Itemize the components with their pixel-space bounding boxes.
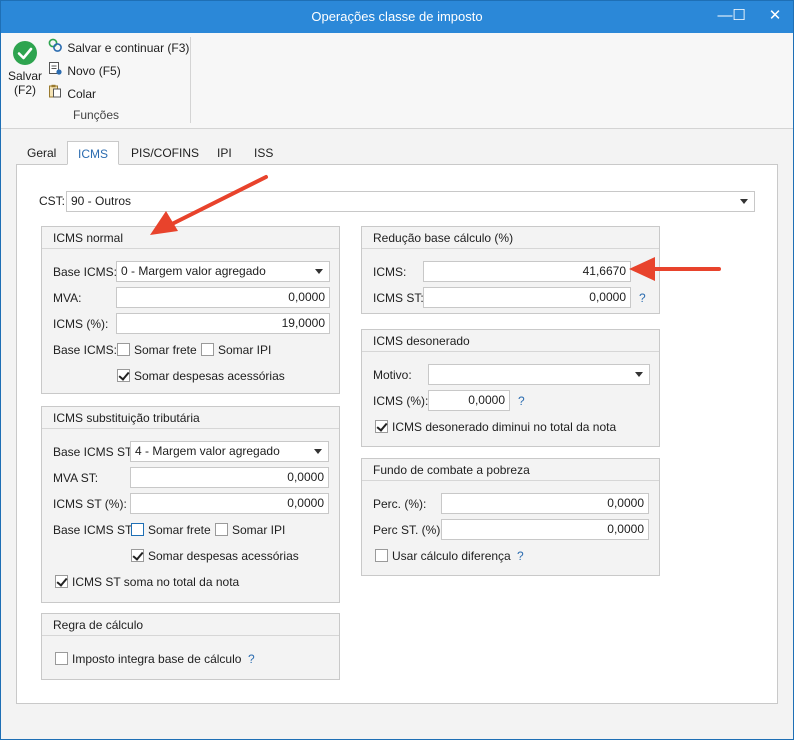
- icms-st-group: ICMS substituição tributária Base ICMS S…: [41, 406, 340, 603]
- regra-calculo-group: Regra de cálculo Imposto integra base de…: [41, 613, 340, 680]
- paste-label: Colar: [67, 86, 97, 101]
- help-icon[interactable]: ?: [517, 548, 524, 564]
- save-continue-button[interactable]: Salvar e continuar (F3): [48, 38, 189, 56]
- chevron-down-icon: [315, 269, 323, 274]
- motivo-select[interactable]: [428, 364, 650, 385]
- mva-label: MVA:: [53, 291, 82, 305]
- base-icms-st-label: Base ICMS ST:: [53, 445, 135, 459]
- st-somar-despesas-label: Somar despesas acessórias: [148, 549, 299, 563]
- ribbon-toolbar: Salvar (F2) Salvar e continuar (F3) Novo…: [1, 33, 793, 129]
- mva-input[interactable]: 0,0000: [116, 287, 330, 308]
- fcp-perc-st-input[interactable]: 0,0000: [441, 519, 649, 540]
- tab-iss[interactable]: ISS: [244, 141, 283, 165]
- base-icms-options-label: Base ICMS:: [53, 343, 118, 357]
- desonerado-icms-label: ICMS (%):: [373, 394, 429, 408]
- new-document-icon: [48, 61, 64, 80]
- icms-st-percent-label: ICMS ST (%):: [53, 497, 127, 511]
- cst-value: 90 - Outros: [71, 194, 132, 208]
- base-icms-st-select[interactable]: 4 - Margem valor agregado: [130, 441, 329, 462]
- ribbon-group-label: Funções: [72, 108, 120, 122]
- integra-base-label: Imposto integra base de cálculo: [72, 652, 242, 666]
- reducao-icms-input[interactable]: 41,6670: [423, 261, 631, 282]
- st-somar-despesas-checkbox[interactable]: [131, 549, 144, 562]
- help-icon[interactable]: ?: [639, 290, 646, 306]
- somar-frete-label: Somar frete: [134, 343, 197, 357]
- tab-geral[interactable]: Geral: [17, 141, 66, 165]
- icms-normal-title: ICMS normal: [42, 227, 339, 249]
- new-button[interactable]: Novo (F5): [48, 61, 121, 79]
- chevron-down-icon: [314, 449, 322, 454]
- close-button[interactable]: ✕: [757, 1, 793, 33]
- icms-percent-label: ICMS (%):: [53, 317, 109, 331]
- save-continue-icon: [48, 38, 64, 57]
- check-circle-icon: [13, 41, 37, 65]
- fcp-diferenca-label: Usar cálculo diferença: [392, 549, 511, 563]
- base-icms-label: Base ICMS:: [53, 265, 118, 279]
- st-somar-frete-label: Somar frete: [148, 523, 211, 537]
- somar-despesas-checkbox[interactable]: [117, 369, 130, 382]
- paste-button[interactable]: Colar: [48, 84, 96, 102]
- st-soma-total-label: ICMS ST soma no total da nota: [72, 575, 240, 589]
- reducao-icms-st-input[interactable]: 0,0000: [423, 287, 631, 308]
- icms-percent-input[interactable]: 19,0000: [116, 313, 330, 334]
- st-soma-total-checkbox[interactable]: [55, 575, 68, 588]
- chevron-down-icon: [635, 372, 643, 377]
- somar-ipi-checkbox[interactable]: [201, 343, 214, 356]
- reducao-base-title: Redução base cálculo (%): [362, 227, 659, 249]
- help-icon[interactable]: ?: [518, 393, 525, 409]
- mva-st-input[interactable]: 0,0000: [130, 467, 329, 488]
- window-title: Operações classe de imposto: [311, 9, 483, 24]
- icms-desonerado-group: ICMS desonerado Motivo: ICMS (%): 0,0000…: [361, 329, 660, 447]
- desonerado-diminui-checkbox[interactable]: [375, 420, 388, 433]
- st-somar-ipi-checkbox[interactable]: [215, 523, 228, 536]
- base-icms-st-options-label: Base ICMS ST:: [53, 523, 135, 537]
- fcp-perc-input[interactable]: 0,0000: [441, 493, 649, 514]
- help-icon[interactable]: ?: [248, 651, 255, 667]
- icms-desonerado-title: ICMS desonerado: [362, 330, 659, 352]
- save-label: Salvar: [7, 69, 42, 83]
- mva-st-label: MVA ST:: [53, 471, 99, 485]
- save-continue-label: Salvar e continuar (F3): [67, 40, 190, 55]
- fcp-group: Fundo de combate a pobreza Perc. (%): 0,…: [361, 458, 660, 576]
- somar-frete-checkbox[interactable]: [117, 343, 130, 356]
- reducao-icms-label: ICMS:: [373, 265, 407, 279]
- dialog-window: Operações classe de imposto — ☐ ✕ Salvar…: [0, 0, 794, 740]
- base-icms-select[interactable]: 0 - Margem valor agregado: [116, 261, 330, 282]
- regra-calculo-title: Regra de cálculo: [42, 614, 339, 636]
- desonerado-diminui-label: ICMS desonerado diminui no total da nota: [392, 420, 617, 434]
- motivo-label: Motivo:: [373, 368, 412, 382]
- tab-icms[interactable]: ICMS: [67, 141, 119, 165]
- somar-despesas-label: Somar despesas acessórias: [134, 369, 285, 383]
- reducao-base-group: Redução base cálculo (%) ICMS: 41,6670 I…: [361, 226, 660, 314]
- new-label: Novo (F5): [67, 63, 121, 78]
- icms-normal-group: ICMS normal Base ICMS: 0 - Margem valor …: [41, 226, 340, 394]
- integra-base-checkbox[interactable]: [55, 652, 68, 665]
- fcp-title: Fundo de combate a pobreza: [362, 459, 659, 481]
- desonerado-icms-input[interactable]: 0,0000: [428, 390, 510, 411]
- tab-pis-cofins[interactable]: PIS/COFINS: [121, 141, 209, 165]
- clipboard-icon: [48, 84, 64, 103]
- icms-st-title: ICMS substituição tributária: [42, 407, 339, 429]
- chevron-down-icon: [740, 199, 748, 204]
- icms-st-percent-input[interactable]: 0,0000: [130, 493, 329, 514]
- base-icms-st-value: 4 - Margem valor agregado: [135, 444, 280, 458]
- save-button[interactable]: Salvar (F2): [6, 41, 44, 97]
- cst-label: CST:: [39, 194, 66, 208]
- icms-tab-panel: CST: 90 - Outros ICMS normal Base ICMS: …: [16, 164, 778, 704]
- tab-ipi[interactable]: IPI: [207, 141, 242, 165]
- base-icms-value: 0 - Margem valor agregado: [121, 264, 266, 278]
- fcp-perc-label: Perc. (%):: [373, 497, 427, 511]
- ribbon-separator: [190, 37, 191, 123]
- title-bar: Operações classe de imposto — ☐ ✕: [1, 1, 793, 33]
- maximize-button[interactable]: ☐: [721, 1, 757, 33]
- cst-select[interactable]: 90 - Outros: [66, 191, 755, 212]
- fcp-diferenca-checkbox[interactable]: [375, 549, 388, 562]
- reducao-icms-st-label: ICMS ST:: [373, 291, 424, 305]
- st-somar-ipi-label: Somar IPI: [232, 523, 286, 537]
- somar-ipi-label: Somar IPI: [218, 343, 272, 357]
- save-shortcut: (F2): [14, 83, 36, 97]
- st-somar-frete-checkbox[interactable]: [131, 523, 144, 536]
- fcp-perc-st-label: Perc ST. (%):: [373, 523, 444, 537]
